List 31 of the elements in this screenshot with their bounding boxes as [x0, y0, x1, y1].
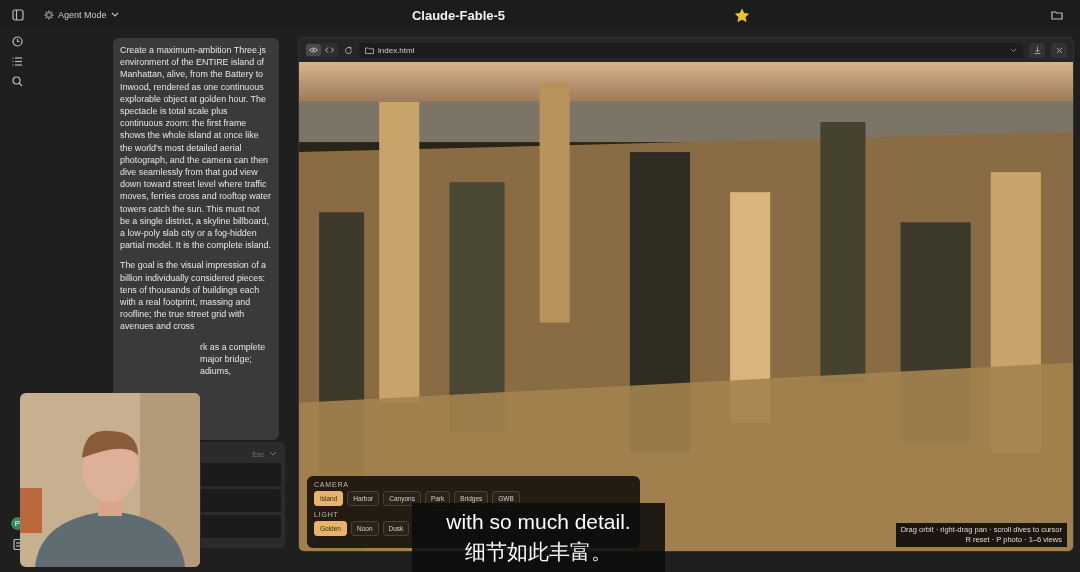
window-title: Claude-Fable-5	[410, 7, 507, 23]
sidebar-toggle-icon[interactable]	[12, 9, 24, 21]
download-icon	[1033, 46, 1041, 54]
prompt-text: rk as a complete	[199, 340, 267, 353]
view-mode-tab[interactable]	[322, 44, 337, 56]
chevron-down-icon	[110, 12, 119, 18]
sparkle-icon	[44, 10, 54, 20]
prompt-text: Create a maximum-ambition Three.js environment of the ENTIRE island of Manhattan, alive, from the Battery to Inwood, rendered as one continuous explorable object at golden hour. The spectacle is total scale plus continuous zoom: the first frame shows the whole island at once like the world's most detailed aerial photograph, and the camera can then dive seamlessly from that god view down toward street level where traffic moves, ferries cross and rooftop water towers catch the sun. This must not be a single district, a skyline billboard, a low-poly slab city or a fog-hidden partial model. It is the complete island.	[120, 44, 271, 252]
agent-mode-dropdown[interactable]: Agent Mode	[44, 10, 119, 20]
chevron-down-icon[interactable]	[269, 451, 277, 457]
chevron-down-icon	[1010, 47, 1017, 53]
subtitle-text: with so much detail.	[446, 509, 631, 534]
list-icon[interactable]	[12, 56, 23, 67]
folder-icon	[365, 46, 374, 54]
prompt-text: The goal is the visual impression of a billion individually considered pieces: tens of thousands of buildings each with a real footprint, massing and roofline; the true street grid with avenues and cross	[120, 259, 268, 333]
view-mode-tab[interactable]	[306, 44, 321, 56]
url-field[interactable]: index.html	[359, 42, 1023, 58]
search-icon[interactable]	[12, 76, 23, 87]
close-icon	[1055, 46, 1063, 54]
document-icon[interactable]	[12, 539, 23, 550]
reload-icon[interactable]	[344, 45, 353, 55]
prompt-text: major bridge;	[199, 352, 253, 366]
prompt-text: adiums,	[199, 365, 233, 378]
clock-icon[interactable]	[12, 36, 23, 47]
star-icon[interactable]	[735, 8, 749, 22]
folder-icon[interactable]	[1051, 10, 1063, 20]
subtitle-text: 细节如此丰富。	[465, 538, 612, 565]
eye-icon	[309, 47, 318, 53]
download-button[interactable]	[1029, 42, 1045, 58]
code-icon	[325, 47, 334, 53]
close-button[interactable]	[1051, 42, 1067, 58]
